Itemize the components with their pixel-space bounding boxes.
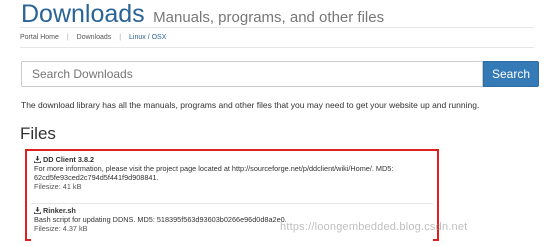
search-bar: Search [21,61,539,87]
breadcrumb-item-downloads[interactable]: Downloads [77,28,112,47]
download-icon [34,156,41,163]
file-description: For more information, please visit the p… [34,164,394,173]
file-title[interactable]: Rinker.sh [34,206,430,215]
page-title: Downloads [21,0,145,28]
breadcrumb-separator: | [66,34,69,41]
file-description-md5: 62cd5fe93ced2c794d5f441f9d908841. [34,173,159,182]
download-icon [34,207,41,214]
watermark: https://loongembedded.blog.csdn.net [280,221,468,233]
intro-text: The download library has all the manuals… [21,100,480,110]
breadcrumb-item-linux-osx: Linux / OSX [129,34,167,41]
file-item-ddclient: DD Client 3.8.2 For more information, pl… [31,153,433,204]
file-size: Filesize: 41 kB [34,182,82,191]
breadcrumb: Portal Home | Downloads | Linux / OSX [20,27,534,48]
files-heading: Files [20,124,56,143]
file-name[interactable]: DD Client 3.8.2 [43,155,94,164]
page-subtitle: Manuals, programs, and other files [153,9,385,26]
page-header: Downloads Manuals, programs, and other f… [21,0,384,29]
breadcrumb-item-portal-home[interactable]: Portal Home [20,28,59,47]
file-name[interactable]: Rinker.sh [43,206,76,215]
breadcrumb-separator: | [119,34,122,41]
search-button[interactable]: Search [483,61,539,87]
search-input[interactable] [21,61,483,87]
file-title[interactable]: DD Client 3.8.2 [34,155,430,164]
